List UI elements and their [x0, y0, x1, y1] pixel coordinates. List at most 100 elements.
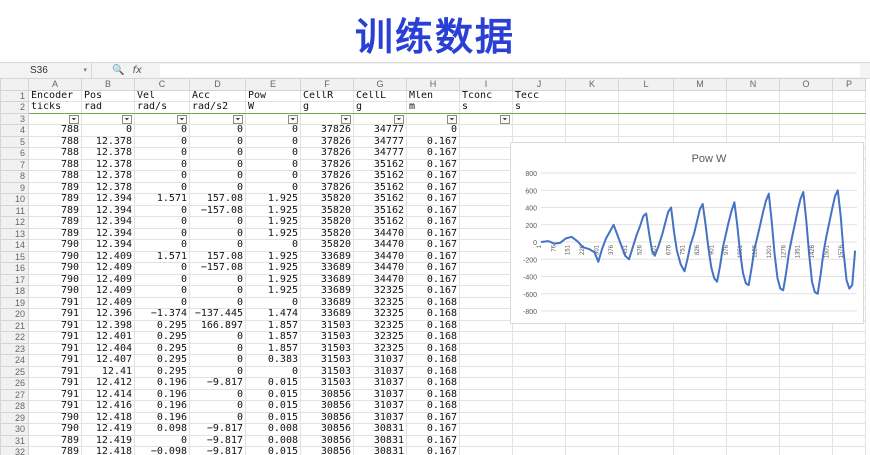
cell[interactable]: 37826 — [300, 170, 354, 183]
filter-dropdown-icon[interactable]: ⏷ — [233, 114, 243, 124]
cell[interactable]: 1.925 — [245, 227, 301, 240]
cell[interactable]: 157.08 — [189, 250, 246, 263]
cell[interactable]: −9.817 — [189, 434, 246, 447]
cell[interactable]: 789 — [28, 181, 82, 194]
cell[interactable]: 0 — [245, 296, 301, 309]
cell[interactable] — [459, 319, 513, 332]
cell[interactable]: 0.168 — [406, 296, 460, 309]
cell[interactable] — [459, 446, 513, 455]
zoom-icon[interactable]: 🔍 — [112, 65, 124, 76]
row-header[interactable]: 1 — [0, 89, 29, 102]
cell[interactable]: 0 — [134, 158, 190, 171]
cell[interactable]: 0 — [189, 388, 246, 401]
cell[interactable]: 0 — [134, 135, 190, 148]
cell[interactable] — [832, 423, 866, 436]
cell[interactable] — [459, 124, 513, 137]
cell[interactable]: 790 — [28, 285, 82, 298]
cell[interactable]: 35162 — [353, 170, 407, 183]
cell[interactable]: 34470 — [353, 239, 407, 252]
cell[interactable]: 12.378 — [81, 170, 135, 183]
filter-dropdown-icon[interactable]: ⏷ — [69, 114, 79, 124]
cell[interactable]: 0.167 — [406, 147, 460, 160]
cell[interactable]: 1.857 — [245, 331, 301, 344]
cell[interactable]: 0.167 — [406, 434, 460, 447]
pow-chart[interactable]: Pow W -800 -600 -400 -200 0 200 400 600 800 1 76 151… — [510, 142, 864, 324]
cell[interactable] — [618, 331, 674, 344]
cell[interactable]: 0.098 — [134, 423, 190, 436]
cell[interactable]: 31037 — [353, 400, 407, 413]
cell[interactable]: 0.167 — [406, 239, 460, 252]
cell[interactable]: 12.407 — [81, 354, 135, 367]
cell[interactable] — [459, 239, 513, 252]
cell[interactable]: 0 — [134, 262, 190, 275]
name-box[interactable]: S36 ▾ — [22, 63, 92, 78]
header-cell[interactable] — [618, 89, 674, 102]
header-cell[interactable]: ticks — [28, 101, 82, 114]
cell[interactable]: 0.008 — [245, 434, 301, 447]
cell[interactable]: −157.08 — [189, 262, 246, 275]
cell[interactable] — [565, 388, 619, 401]
header-cell[interactable] — [832, 89, 866, 102]
cell[interactable]: 0.167 — [406, 273, 460, 286]
cell[interactable]: 12.378 — [81, 135, 135, 148]
cell[interactable]: 0 — [189, 354, 246, 367]
row-header[interactable]: 8 — [0, 170, 29, 183]
cell[interactable]: 1.925 — [245, 273, 301, 286]
row-header[interactable]: 3 — [0, 112, 29, 125]
cell[interactable]: 0.168 — [406, 400, 460, 413]
cell[interactable]: 0.295 — [134, 354, 190, 367]
cell[interactable]: 35162 — [353, 158, 407, 171]
cell[interactable] — [726, 331, 780, 344]
cell[interactable]: 788 — [28, 135, 82, 148]
column-header-k[interactable]: K — [565, 78, 619, 91]
row-header[interactable]: 31 — [0, 434, 29, 447]
header-cell[interactable]: CellR — [300, 89, 354, 102]
cell[interactable] — [779, 331, 833, 344]
cell[interactable] — [618, 354, 674, 367]
cell[interactable]: 12.409 — [81, 285, 135, 298]
cell[interactable]: 30831 — [353, 423, 407, 436]
cell[interactable]: 12.394 — [81, 216, 135, 229]
cell[interactable]: 0 — [189, 285, 246, 298]
cell[interactable]: 791 — [28, 308, 82, 321]
cell[interactable]: 12.394 — [81, 239, 135, 252]
cell[interactable] — [512, 434, 566, 447]
cell[interactable] — [565, 434, 619, 447]
cell[interactable]: 0 — [189, 181, 246, 194]
header-cell[interactable]: rad — [81, 101, 135, 114]
column-header-a[interactable]: A — [28, 78, 82, 91]
cell[interactable]: 790 — [28, 239, 82, 252]
cell[interactable]: 0.167 — [406, 193, 460, 206]
cell[interactable] — [673, 411, 727, 424]
header-cell[interactable] — [618, 101, 674, 114]
cell[interactable]: 1.857 — [245, 342, 301, 355]
cell[interactable]: 791 — [28, 319, 82, 332]
column-header-o[interactable]: O — [779, 78, 833, 91]
cell[interactable]: 31503 — [300, 319, 354, 332]
cell[interactable]: 12.414 — [81, 388, 135, 401]
cell[interactable]: 0.295 — [134, 365, 190, 378]
header-cell[interactable] — [673, 89, 727, 102]
cell[interactable]: 32325 — [353, 296, 407, 309]
cell[interactable]: 1.925 — [245, 262, 301, 275]
cell[interactable]: 37826 — [300, 158, 354, 171]
cell[interactable]: 0 — [134, 124, 190, 137]
row-header[interactable]: 22 — [0, 331, 29, 344]
cell[interactable]: 0.168 — [406, 365, 460, 378]
row-header[interactable]: 7 — [0, 158, 29, 171]
cell[interactable]: 0 — [134, 296, 190, 309]
filter-dropdown-icon[interactable]: ⏷ — [341, 114, 351, 124]
cell[interactable]: 1.571 — [134, 250, 190, 263]
cell[interactable]: 0.167 — [406, 181, 460, 194]
row-header[interactable]: 30 — [0, 423, 29, 436]
select-all-corner[interactable] — [0, 78, 29, 91]
chevron-down-icon[interactable]: ▾ — [83, 63, 87, 78]
cell[interactable]: 789 — [28, 204, 82, 217]
row-header[interactable]: 15 — [0, 250, 29, 263]
cell[interactable]: −9.817 — [189, 423, 246, 436]
header-cell[interactable]: Pos — [81, 89, 135, 102]
cell[interactable]: 0 — [245, 181, 301, 194]
cell[interactable]: 0.383 — [245, 354, 301, 367]
cell[interactable]: 12.396 — [81, 308, 135, 321]
cell[interactable] — [779, 388, 833, 401]
